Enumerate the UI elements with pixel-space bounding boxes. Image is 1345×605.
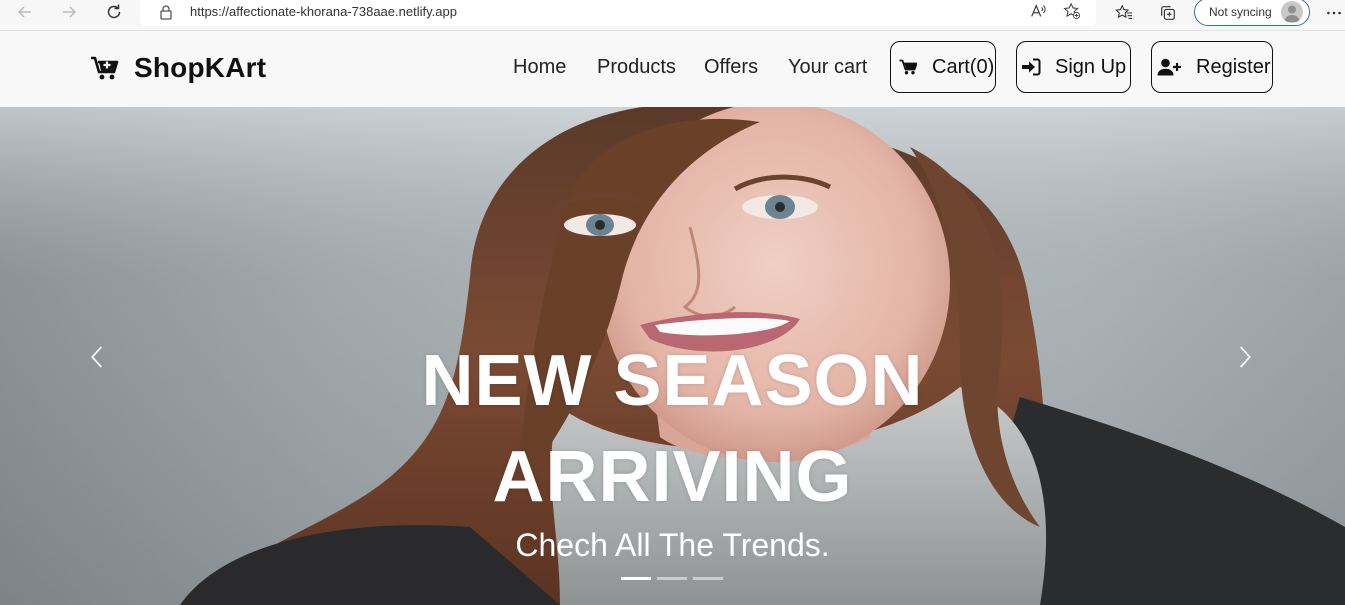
- carousel-indicator-1[interactable]: [621, 577, 651, 580]
- profile-status-label: Not syncing: [1209, 5, 1272, 19]
- sign-in-icon: [1022, 58, 1041, 76]
- url-text[interactable]: https://affectionate-khorana-738aae.netl…: [190, 4, 457, 19]
- nav-link-home[interactable]: Home: [513, 56, 566, 79]
- more-button[interactable]: [1324, 3, 1344, 23]
- cart-button[interactable]: Cart(0): [890, 41, 996, 93]
- profile-button[interactable]: Not syncing: [1194, 0, 1310, 26]
- favorites-icon: [1115, 4, 1133, 19]
- hero-title-line2: ARRIVING: [492, 437, 853, 517]
- refresh-icon: [107, 4, 121, 19]
- read-aloud-icon: [1031, 3, 1046, 17]
- register-button[interactable]: Register: [1151, 41, 1273, 93]
- hero-title: NEW SEASON ARRIVING: [0, 333, 1345, 525]
- read-aloud-button[interactable]: [1028, 1, 1048, 21]
- avatar: [1281, 1, 1303, 23]
- user-plus-icon: [1157, 58, 1181, 76]
- nav-link-your-cart[interactable]: Your cart: [788, 56, 867, 79]
- nav-link-offers[interactable]: Offers: [704, 56, 758, 79]
- forward-button[interactable]: [58, 1, 80, 23]
- carousel-indicator-3[interactable]: [693, 577, 723, 580]
- carousel-indicators: [621, 577, 723, 580]
- hero-carousel: NEW SEASON ARRIVING Chech All The Trends…: [0, 107, 1345, 605]
- register-label: Register: [1196, 55, 1271, 78]
- forward-icon: [63, 6, 77, 18]
- back-icon: [17, 6, 31, 18]
- address-bar[interactable]: https://affectionate-khorana-738aae.netl…: [140, 0, 1096, 26]
- collections-icon: [1161, 6, 1175, 20]
- add-favorite-button[interactable]: [1062, 1, 1082, 21]
- favorites-button[interactable]: [1114, 3, 1134, 23]
- refresh-button[interactable]: [103, 1, 125, 23]
- carousel-indicator-2[interactable]: [657, 577, 687, 580]
- hero-subtitle: Chech All The Trends.: [515, 527, 830, 563]
- brand-name: ShopKArt: [134, 52, 267, 83]
- add-favorite-icon: [1063, 2, 1081, 20]
- collections-button[interactable]: [1158, 3, 1178, 23]
- cart-button-label: Cart(0): [932, 55, 995, 78]
- browser-toolbar: https://affectionate-khorana-738aae.netl…: [0, 0, 1345, 31]
- cart-icon: [899, 59, 917, 75]
- lock-icon: [160, 5, 172, 20]
- sign-up-label: Sign Up: [1055, 55, 1127, 78]
- cart-plus-icon: [91, 56, 119, 80]
- back-button[interactable]: [14, 1, 36, 23]
- hero-title-line1: NEW SEASON: [421, 341, 924, 421]
- site-navbar: ShopKArt Home Products Offers Your cart …: [0, 31, 1345, 107]
- sign-up-button[interactable]: Sign Up: [1016, 41, 1131, 93]
- more-icon: [1327, 11, 1341, 15]
- nav-link-products[interactable]: Products: [597, 56, 676, 79]
- brand-link[interactable]: ShopKArt: [90, 51, 266, 85]
